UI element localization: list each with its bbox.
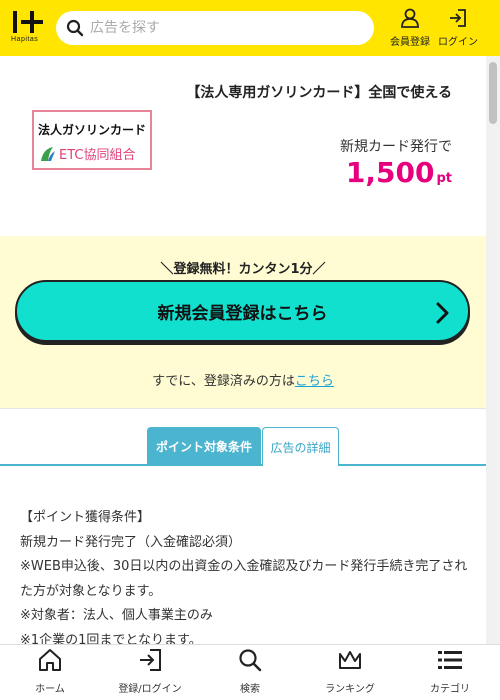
search-input[interactable]: [90, 20, 350, 36]
search-bar[interactable]: [56, 11, 374, 45]
already-registered-label: すでに、登録済みの方は: [152, 374, 295, 389]
login-icon: [140, 649, 161, 671]
condition-line: 新規カード発行完了（入金確認必須）: [20, 534, 242, 550]
nav-category-label: カテゴリ: [430, 684, 470, 695]
points-value: 1,500: [345, 156, 435, 189]
login-button[interactable]: ログイン: [436, 8, 480, 48]
chevron-right-icon: [436, 302, 449, 324]
bottom-nav: ホーム 登録/ログイン 検索 ランキング カテゴリ: [0, 644, 500, 700]
points-amount: 1,500 pt: [346, 156, 452, 189]
nav-ranking-label: ランキング: [325, 684, 375, 695]
search-icon: [239, 649, 262, 672]
issue-label: 新規カード発行で: [340, 139, 452, 155]
hapitas-logo[interactable]: Hapitas: [8, 0, 52, 56]
ad-title: 【法人専用ガソリンカード】全国で使える: [186, 85, 452, 101]
search-icon: [66, 19, 84, 37]
login-icon: [450, 9, 466, 27]
register-tagline: ＼登録無料！カンタン1分／: [160, 262, 326, 277]
tab-point-conditions[interactable]: ポイント対象条件: [147, 427, 261, 466]
scrollbar-thumb[interactable]: [489, 62, 497, 124]
logo-text: Hapitas: [11, 36, 39, 43]
home-icon: [39, 649, 61, 671]
login-label: ログイン: [438, 37, 478, 48]
nav-ranking[interactable]: ランキング: [300, 645, 400, 700]
logo-mark-icon: [13, 11, 43, 33]
list-icon: [438, 651, 462, 669]
ad-logo[interactable]: 法人ガソリンカード ETC協同組合: [32, 110, 152, 170]
ad-logo-line1: 法人ガソリンカード: [37, 123, 146, 137]
already-registered-text: すでに、登録済みの方はこちら: [0, 370, 486, 389]
condition-line: ※対象者：法人、個人事業主のみ: [20, 608, 213, 623]
condition-line: ※WEB申込後、30日以内の出資金の入金確認及びカード発行手続き完了された方が対…: [20, 559, 468, 599]
point-conditions: 【ポイント獲得条件】 新規カード発行完了（入金確認必須） ※WEB申込後、30日…: [20, 506, 470, 653]
points-unit: pt: [436, 171, 452, 186]
nav-home[interactable]: ホーム: [0, 645, 100, 700]
signup-button-label: 新規会員登録はこちら: [157, 303, 328, 324]
register-button[interactable]: 会員登録: [388, 8, 432, 48]
condition-heading: 【ポイント獲得条件】: [20, 510, 151, 525]
nav-category[interactable]: カテゴリ: [400, 645, 500, 700]
ad-logo-line2: ETC協同組合: [59, 148, 136, 163]
header: Hapitas 会員登録 ログイン: [0, 0, 500, 56]
nav-search-label: 検索: [240, 684, 260, 695]
nav-search[interactable]: 検索: [200, 645, 300, 700]
nav-login-label: 登録/ログイン: [118, 684, 182, 695]
already-registered-link[interactable]: こちら: [295, 374, 334, 389]
signup-button[interactable]: 新規会員登録はこちら: [15, 280, 470, 342]
register-section: ＼登録無料！カンタン1分／ 新規会員登録はこちら すでに、登録済みの方はこちら: [0, 236, 486, 408]
tab-ad-details[interactable]: 広告の詳細: [262, 427, 339, 466]
tab-bar: ポイント対象条件 広告の詳細: [0, 408, 486, 466]
crown-icon: [339, 651, 361, 669]
user-icon: [401, 8, 419, 28]
nav-login[interactable]: 登録/ログイン: [100, 645, 200, 700]
nav-home-label: ホーム: [35, 684, 65, 695]
register-label: 会員登録: [390, 37, 430, 48]
leaf-icon: [41, 146, 55, 161]
scrollbar[interactable]: [486, 56, 500, 644]
